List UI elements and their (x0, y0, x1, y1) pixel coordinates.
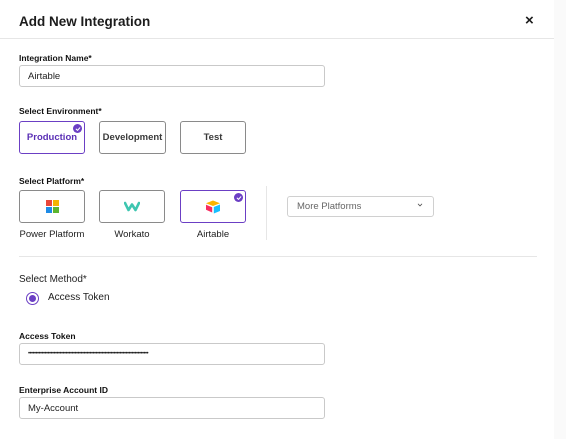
environment-production-button[interactable]: Production (19, 121, 85, 154)
more-platforms-dropdown[interactable]: More Platforms (287, 196, 434, 217)
platform-label: Select Platform* (19, 176, 85, 186)
enterprise-account-id-label: Enterprise Account ID (19, 385, 108, 395)
section-divider (19, 256, 537, 257)
platform-power-platform-button[interactable] (19, 190, 85, 223)
check-icon (73, 124, 82, 133)
environment-label: Select Environment* (19, 106, 102, 116)
environment-option-label: Development (102, 132, 163, 143)
chevron-down-icon (417, 203, 423, 207)
vertical-divider (266, 186, 267, 240)
access-token-label: Access Token (19, 331, 76, 341)
check-icon (234, 193, 243, 202)
environment-option-label: Production (26, 132, 78, 143)
dialog-header: Add New Integration × (0, 0, 554, 39)
environment-option-label: Test (203, 132, 223, 143)
method-label: Select Method* (19, 274, 87, 285)
platform-airtable-button[interactable] (180, 190, 246, 223)
access-token-input[interactable] (19, 343, 325, 365)
power-platform-icon (45, 200, 59, 213)
radio-selected-dot (29, 295, 36, 302)
platform-workato-button[interactable] (99, 190, 165, 223)
close-icon[interactable]: × (525, 12, 534, 30)
enterprise-account-id-input[interactable] (19, 397, 325, 419)
access-token-radio-label: Access Token (48, 292, 110, 303)
environment-development-button[interactable]: Development (99, 121, 166, 154)
scroll-edge (554, 0, 566, 439)
platform-option-label: Power Platform (19, 229, 85, 240)
environment-test-button[interactable]: Test (180, 121, 246, 154)
airtable-icon (206, 200, 220, 213)
integration-name-input[interactable] (19, 65, 325, 87)
access-token-radio[interactable] (26, 292, 39, 305)
add-integration-dialog: Add New Integration × Integration Name* … (0, 0, 566, 439)
more-platforms-label: More Platforms (297, 201, 362, 212)
platform-option-label: Workato (114, 229, 150, 240)
platform-option-label: Airtable (196, 229, 230, 240)
dialog-title: Add New Integration (19, 14, 151, 29)
integration-name-label: Integration Name* (19, 53, 92, 63)
workato-icon (124, 201, 140, 212)
